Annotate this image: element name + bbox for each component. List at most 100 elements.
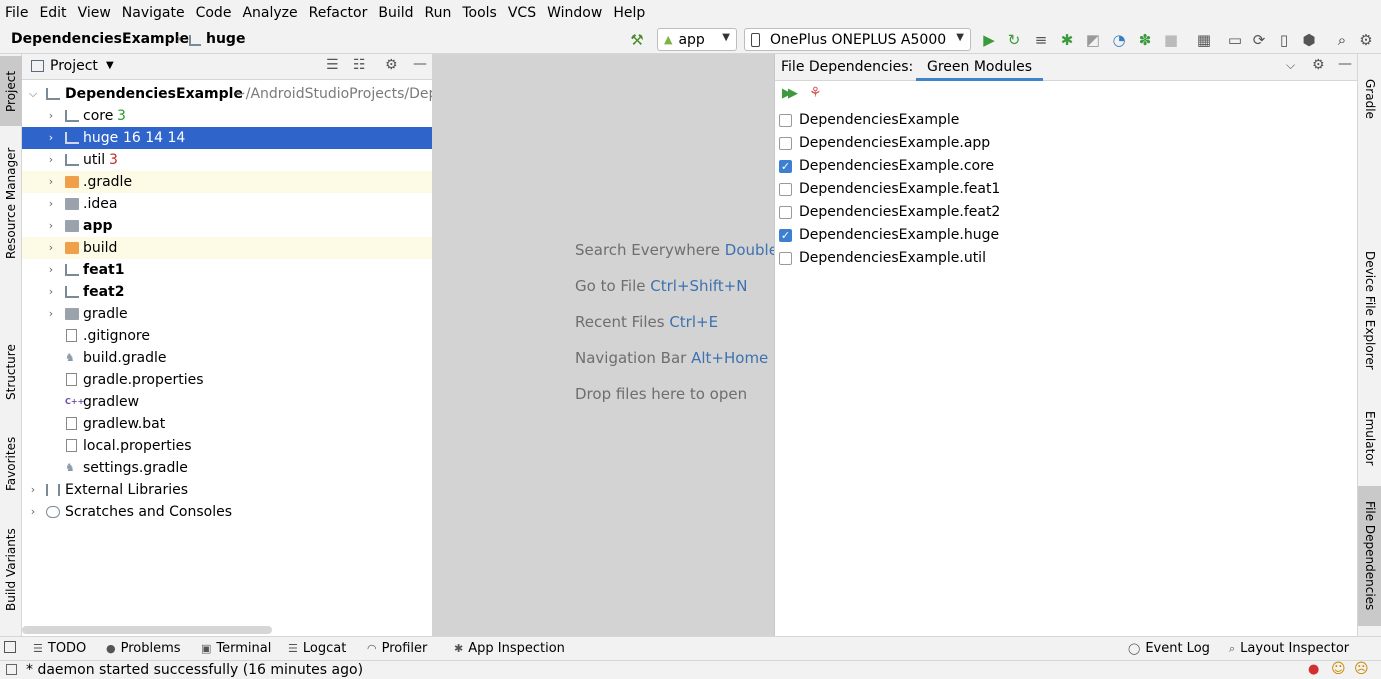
module-row[interactable]: ✓ DependenciesExample.core	[779, 155, 994, 178]
tool-todo[interactable]: ☰ TODO	[33, 641, 86, 656]
hierarchy-icon[interactable]: ⚘	[809, 85, 822, 101]
tool-window-favorites[interactable]: Favorites	[0, 424, 22, 504]
menu-code[interactable]: Code	[191, 0, 238, 26]
menu-run[interactable]: Run	[420, 0, 458, 26]
module-checkbox[interactable]	[779, 114, 792, 127]
smile-icon[interactable]: ☺	[1331, 661, 1346, 677]
tool-profiler[interactable]: ◠ Profiler	[367, 641, 427, 656]
project-view-select[interactable]: Project	[50, 58, 98, 74]
coverage-icon[interactable]: ✽	[1134, 29, 1156, 51]
menu-navigate[interactable]: Navigate	[117, 0, 191, 26]
chevron-right-icon[interactable]: ›	[45, 259, 57, 281]
attach-debugger-icon[interactable]: ◩	[1082, 29, 1104, 51]
expand-all-icon[interactable]: ☰	[326, 57, 339, 73]
tab-green-modules[interactable]: Green Modules	[916, 59, 1044, 81]
settings-icon[interactable]: ⚙	[1355, 29, 1377, 51]
module-row[interactable]: ✓ DependenciesExample.huge	[779, 224, 999, 247]
module-row[interactable]: DependenciesExample.app	[779, 132, 990, 155]
chevron-right-icon[interactable]: ›	[45, 303, 57, 325]
module-checkbox[interactable]: ✓	[779, 160, 792, 173]
tree-root[interactable]: ⌵ DependenciesExample ~/AndroidStudioPro…	[22, 83, 438, 105]
horizontal-scrollbar[interactable]	[22, 626, 272, 634]
chevron-right-icon[interactable]: ›	[45, 215, 57, 237]
chevron-down-icon[interactable]: ⌵	[1286, 58, 1295, 73]
tool-window-device-file-explorer[interactable]: Device File Explorer	[1358, 240, 1381, 380]
apply-code-changes-icon[interactable]: ≡	[1030, 29, 1052, 51]
tree-item-build[interactable]: › build	[22, 237, 432, 259]
menu-file[interactable]: File	[0, 0, 34, 26]
tree-item-app[interactable]: › app	[22, 215, 432, 237]
module-checkbox[interactable]	[779, 137, 792, 150]
tool-window-emulator[interactable]: Emulator	[1358, 400, 1381, 476]
menu-edit[interactable]: Edit	[34, 0, 72, 26]
module-checkbox[interactable]	[779, 252, 792, 265]
project-structure-icon[interactable]: ▦	[1193, 29, 1215, 51]
module-checkbox[interactable]	[779, 206, 792, 219]
chevron-down-icon[interactable]: ⌵	[27, 83, 39, 105]
menu-analyze[interactable]: Analyze	[237, 0, 303, 26]
tool-event-log[interactable]: ◯ Event Log	[1128, 641, 1210, 656]
toggle-tool-windows-icon[interactable]	[4, 641, 16, 653]
profile-icon[interactable]: ◔	[1108, 29, 1130, 51]
tree-item-scratches[interactable]: › Scratches and Consoles	[22, 501, 432, 523]
tool-terminal[interactable]: ▣ Terminal	[201, 641, 271, 656]
menu-build[interactable]: Build	[373, 0, 419, 26]
tool-window-gradle[interactable]: Gradle	[1358, 64, 1381, 134]
tool-window-project[interactable]: Project	[0, 56, 22, 126]
chevron-right-icon[interactable]: ›	[45, 149, 57, 171]
tool-window-structure[interactable]: Structure	[0, 332, 22, 412]
device-select[interactable]: OnePlus ONEPLUS A5000 ▼	[744, 28, 971, 51]
collapse-all-icon[interactable]: ☷	[353, 57, 366, 73]
menu-vcs[interactable]: VCS	[503, 0, 542, 26]
chevron-right-icon[interactable]: ›	[45, 127, 57, 149]
breadcrumb-module[interactable]: huge	[206, 31, 245, 47]
tree-item-core[interactable]: › core 3	[22, 105, 432, 127]
chevron-right-icon[interactable]: ›	[45, 237, 57, 259]
module-checkbox[interactable]	[779, 183, 792, 196]
breadcrumb-project[interactable]: DependenciesExample	[11, 31, 189, 47]
menu-view[interactable]: View	[73, 0, 117, 26]
chevron-right-icon[interactable]: ›	[27, 501, 39, 523]
search-icon[interactable]: ⌕	[1331, 29, 1353, 51]
tree-item-dot-gradle[interactable]: › .gradle	[22, 171, 432, 193]
module-checkbox[interactable]: ✓	[779, 229, 792, 242]
tool-problems[interactable]: ● Problems	[106, 641, 181, 656]
module-row[interactable]: DependenciesExample.feat2	[779, 201, 1000, 224]
gear-icon[interactable]: ⚙	[1312, 57, 1325, 73]
chevron-right-icon[interactable]: ›	[45, 193, 57, 215]
tree-item-gradlew-bat[interactable]: gradlew.bat	[22, 413, 432, 435]
chevron-down-icon[interactable]: ▼	[106, 60, 114, 71]
tree-item-feat2[interactable]: › feat2	[22, 281, 432, 303]
menu-help[interactable]: Help	[608, 0, 651, 26]
hammer-icon[interactable]: ⚒	[626, 29, 648, 51]
gear-icon[interactable]: ⚙	[385, 57, 398, 73]
apply-changes-icon[interactable]: ↻	[1003, 29, 1025, 51]
module-row[interactable]: DependenciesExample	[779, 109, 959, 132]
tree-item-gitignore[interactable]: .gitignore	[22, 325, 432, 347]
status-icon[interactable]	[6, 664, 17, 675]
tool-window-resource-manager[interactable]: Resource Manager	[0, 138, 22, 268]
tree-item-gradle[interactable]: › gradle	[22, 303, 432, 325]
chevron-right-icon[interactable]: ›	[27, 479, 39, 501]
run-icon[interactable]: ▶	[978, 29, 1000, 51]
hide-icon[interactable]: —	[1338, 56, 1352, 72]
frown-icon[interactable]: ☹	[1354, 661, 1369, 677]
menu-refactor[interactable]: Refactor	[304, 0, 374, 26]
debug-icon[interactable]: ✱	[1056, 29, 1078, 51]
menu-tools[interactable]: Tools	[457, 0, 503, 26]
tree-item-build-gradle[interactable]: ♞ build.gradle	[22, 347, 432, 369]
chevron-right-icon[interactable]: ›	[45, 281, 57, 303]
tree-item-local-properties[interactable]: local.properties	[22, 435, 432, 457]
error-icon[interactable]: ●	[1308, 662, 1319, 677]
tree-item-external-libraries[interactable]: › External Libraries	[22, 479, 432, 501]
device-manager-icon[interactable]: ▯	[1273, 29, 1295, 51]
run-all-icon[interactable]: ▶▶	[782, 86, 798, 101]
tree-item-idea[interactable]: › .idea	[22, 193, 432, 215]
tree-item-gradle-properties[interactable]: gradle.properties	[22, 369, 432, 391]
avd-manager-icon[interactable]: ▭	[1224, 29, 1246, 51]
sdk-manager-icon[interactable]: ⬢	[1298, 29, 1320, 51]
tree-item-util[interactable]: › util 3	[22, 149, 432, 171]
tool-window-file-dependencies[interactable]: File Dependencies	[1358, 486, 1381, 626]
tool-app-inspection[interactable]: ✱ App Inspection	[454, 641, 565, 656]
tree-item-gradlew[interactable]: C++ gradlew	[22, 391, 432, 413]
